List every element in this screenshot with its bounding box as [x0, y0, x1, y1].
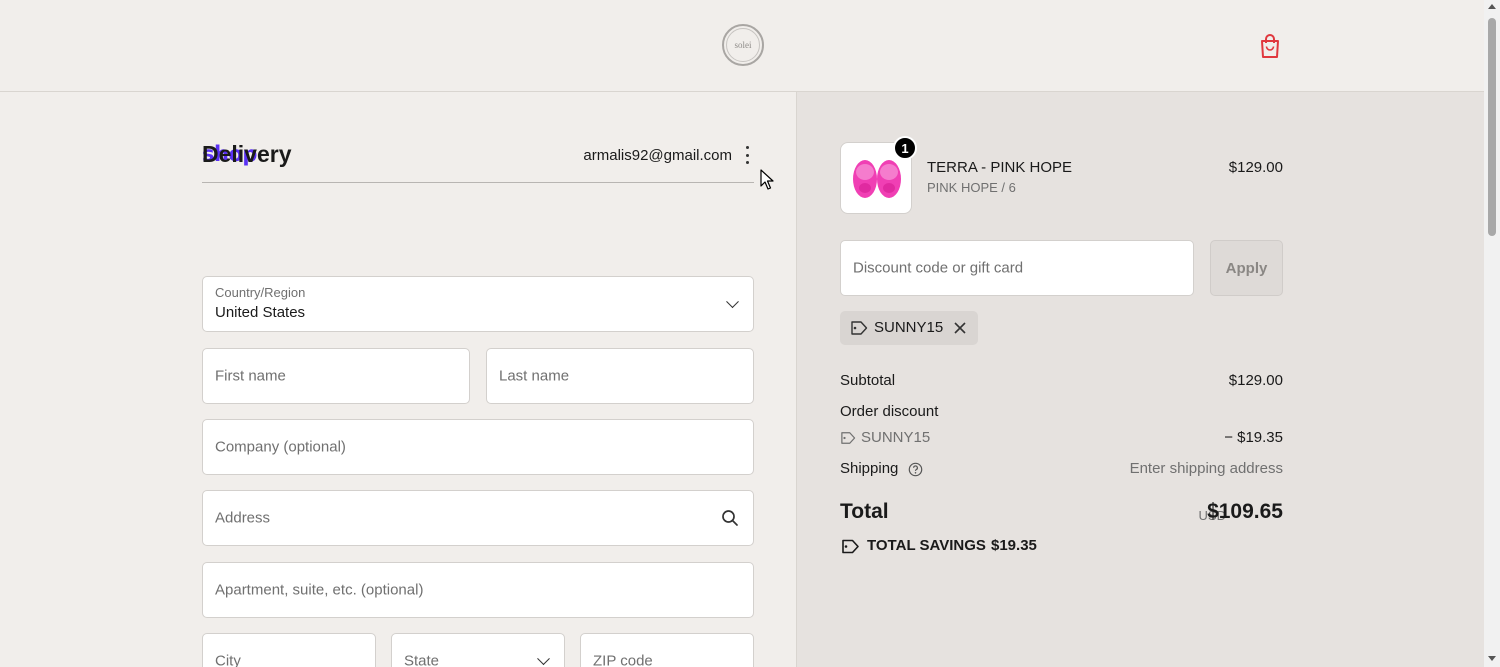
first-name-field[interactable]: First name [202, 348, 470, 404]
subtotal-label: Subtotal [840, 372, 896, 389]
search-icon [722, 510, 738, 526]
discount-value: − $19.35 [1224, 429, 1283, 446]
apartment-placeholder: Apartment, suite, etc. (optional) [215, 581, 424, 599]
state-placeholder: State [404, 652, 440, 667]
shopping-bag-icon[interactable] [1258, 33, 1282, 59]
subtotal-value: $129.00 [1228, 372, 1283, 389]
savings-label: TOTAL SAVINGS [867, 537, 986, 554]
country-value: United States [215, 304, 306, 321]
city-placeholder: City [215, 652, 241, 667]
company-placeholder: Company (optional) [215, 438, 346, 456]
discount-code-input[interactable]: Discount code or gift card [840, 240, 1194, 296]
order-summary-panel: 1 TERRA - PINK HOPE PINK HOPE / 6 $129.0… [797, 92, 1484, 667]
product-name: TERRA - PINK HOPE [927, 159, 1073, 176]
page-scrollbar[interactable] [1484, 0, 1500, 667]
zip-placeholder: ZIP code [593, 652, 653, 667]
scroll-up-arrow-icon[interactable] [1488, 4, 1496, 9]
close-icon[interactable] [953, 321, 967, 335]
country-label: Country/Region [215, 285, 306, 300]
applied-discount-chip: SUNNY15 [840, 311, 978, 345]
scroll-down-arrow-icon[interactable] [1488, 656, 1496, 661]
more-vertical-icon[interactable] [744, 146, 750, 164]
product-price: $129.00 [1228, 159, 1283, 176]
shipping-row: Shipping Enter shipping address [840, 460, 1283, 477]
country-select[interactable]: Country/Region United States [202, 276, 754, 332]
subtotal-row: Subtotal $129.00 [840, 372, 1283, 389]
savings-value: $19.35 [991, 537, 1037, 554]
account-email: armalis92@gmail.com [583, 147, 732, 164]
total-label: Total [840, 500, 889, 523]
apply-discount-button[interactable]: Apply [1210, 240, 1283, 296]
total-value: $109.65 [1207, 500, 1283, 523]
last-name-field[interactable]: Last name [486, 348, 754, 404]
shipping-label: Shipping [840, 460, 899, 477]
shipping-value: Enter shipping address [1129, 460, 1283, 477]
savings-tag-icon [842, 539, 859, 554]
order-discount-label: Order discount [840, 403, 939, 420]
product-variant: PINK HOPE / 6 [927, 180, 1016, 195]
last-name-placeholder: Last name [499, 367, 570, 385]
address-placeholder: Address [215, 509, 271, 527]
scrollbar-thumb[interactable] [1488, 18, 1496, 236]
discount-placeholder: Discount code or gift card [853, 259, 1024, 277]
quantity-badge: 1 [893, 136, 917, 160]
mouse-pointer-icon [760, 169, 774, 190]
store-logo-text: solei [726, 28, 760, 62]
address-field[interactable]: Address [202, 490, 754, 546]
tag-icon [841, 432, 856, 444]
company-field[interactable]: Company (optional) [202, 419, 754, 475]
tag-icon [851, 321, 868, 335]
order-discount-row: Order discount [840, 403, 1283, 420]
store-logo[interactable]: solei [722, 24, 764, 66]
first-name-placeholder: First name [215, 367, 286, 385]
chevron-down-icon [726, 295, 739, 309]
site-header: solei [0, 0, 1484, 92]
chevron-down-icon [537, 652, 550, 666]
city-field[interactable]: City [202, 633, 376, 667]
product-thumbnail: 1 [840, 136, 917, 214]
state-select[interactable]: State [391, 633, 565, 667]
zip-field[interactable]: ZIP code [580, 633, 754, 667]
delivery-heading: Delivery [202, 141, 292, 167]
applied-code-text: SUNNY15 [874, 319, 944, 336]
help-icon[interactable] [908, 462, 923, 477]
apartment-field[interactable]: Apartment, suite, etc. (optional) [202, 562, 754, 618]
discount-code-label: SUNNY15 [861, 429, 931, 446]
